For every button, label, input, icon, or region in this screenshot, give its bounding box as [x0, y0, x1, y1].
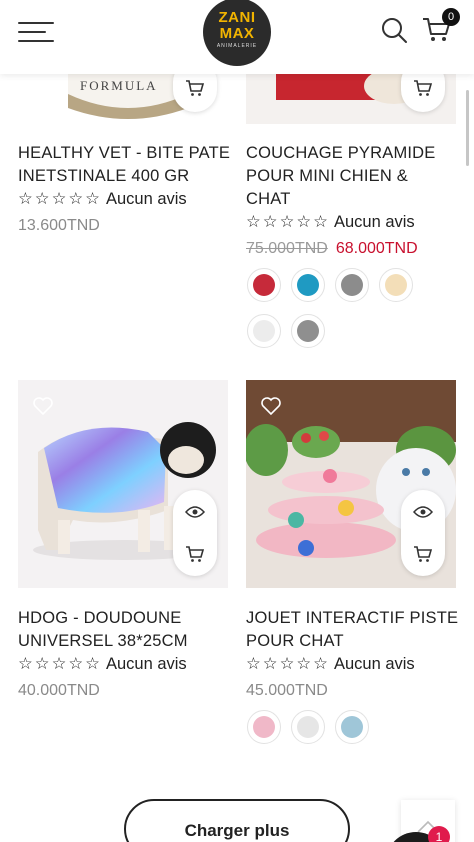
product-price: 40.000TND [18, 682, 100, 699]
add-to-cart-button[interactable] [173, 68, 217, 108]
swatch-color [341, 716, 363, 738]
color-swatch[interactable] [291, 268, 325, 302]
add-to-cart-button[interactable] [401, 534, 445, 574]
product-rating: ☆☆☆☆☆ Aucun avis [246, 653, 415, 675]
product-name[interactable]: JOUET INTERACTIF PISTE POUR CHAT [246, 607, 461, 653]
rating-stars: ☆☆☆☆☆ [246, 655, 330, 673]
product-actions [401, 490, 445, 576]
product-actions [173, 490, 217, 576]
color-swatch[interactable] [335, 710, 369, 744]
product-name[interactable]: COUCHAGE PYRAMIDE POUR MINI CHIEN & CHAT [246, 142, 456, 211]
swatch-color [297, 716, 319, 738]
product-rating: ☆☆☆☆☆ Aucun avis [18, 653, 187, 675]
menu-icon[interactable] [18, 20, 56, 44]
sale-price: 68.000TND [335, 240, 418, 257]
chat-notification-badge: 1 [428, 826, 450, 842]
site-logo[interactable]: ZANI MAX ANIMALERIE [203, 0, 271, 66]
wishlist-heart-icon[interactable] [32, 396, 54, 416]
product-image-text: FORMULA [80, 78, 158, 93]
cart-icon [186, 80, 205, 96]
swatch-color [385, 274, 407, 296]
color-swatch[interactable] [335, 268, 369, 302]
rating-stars: ☆☆☆☆☆ [18, 655, 102, 673]
add-to-cart-button[interactable] [401, 68, 445, 108]
old-price: 75.000TND [246, 240, 328, 257]
logo-text-line2: MAX [219, 25, 255, 42]
color-swatch[interactable] [379, 268, 413, 302]
swatch-color [297, 274, 319, 296]
rating-stars: ☆☆☆☆☆ [18, 190, 102, 208]
logo-text-line1: ZANI [218, 9, 256, 26]
review-count: Aucun avis [105, 190, 187, 208]
rating-stars: ☆☆☆☆☆ [246, 213, 330, 231]
color-swatch[interactable] [247, 268, 281, 302]
color-swatch[interactable] [291, 314, 325, 348]
cart-count-badge: 0 [442, 8, 460, 26]
color-swatch[interactable] [247, 314, 281, 348]
cart-icon [414, 80, 433, 96]
review-count: Aucun avis [333, 655, 415, 673]
review-count: Aucun avis [105, 655, 187, 673]
product-rating: ☆☆☆☆☆ Aucun avis [246, 211, 415, 233]
add-to-cart-button[interactable] [173, 534, 217, 574]
scrollbar[interactable] [466, 90, 469, 166]
product-price: 45.000TND [246, 682, 328, 699]
quick-view-button[interactable] [401, 492, 445, 532]
review-count: Aucun avis [333, 213, 415, 231]
swatch-color [341, 274, 363, 296]
site-header: ZANI MAX ANIMALERIE 0 [0, 0, 474, 74]
wishlist-heart-icon[interactable] [260, 396, 282, 416]
swatch-color [253, 716, 275, 738]
product-name[interactable]: HDOG - DOUDOUNE UNIVERSEL 38*25CM [18, 607, 233, 653]
product-price-block: 75.000TND 68.000TND [246, 239, 418, 259]
logo-tagline: ANIMALERIE [216, 43, 258, 49]
color-swatch[interactable] [247, 710, 281, 744]
search-icon[interactable] [380, 16, 408, 44]
product-price: 13.600TND [18, 217, 100, 234]
load-more-button[interactable]: Charger plus [124, 799, 350, 842]
color-swatch[interactable] [291, 710, 325, 744]
product-name[interactable]: HEALTHY VET - BITE PATE INETSTINALE 400 … [18, 142, 233, 188]
quick-view-button[interactable] [173, 492, 217, 532]
swatch-color [253, 274, 275, 296]
product-rating: ☆☆☆☆☆ Aucun avis [18, 188, 187, 210]
cart-icon [414, 546, 433, 562]
eye-icon [185, 506, 205, 518]
eye-icon [413, 506, 433, 518]
cart-icon [186, 546, 205, 562]
swatch-color [297, 320, 319, 342]
swatch-color [253, 320, 275, 342]
